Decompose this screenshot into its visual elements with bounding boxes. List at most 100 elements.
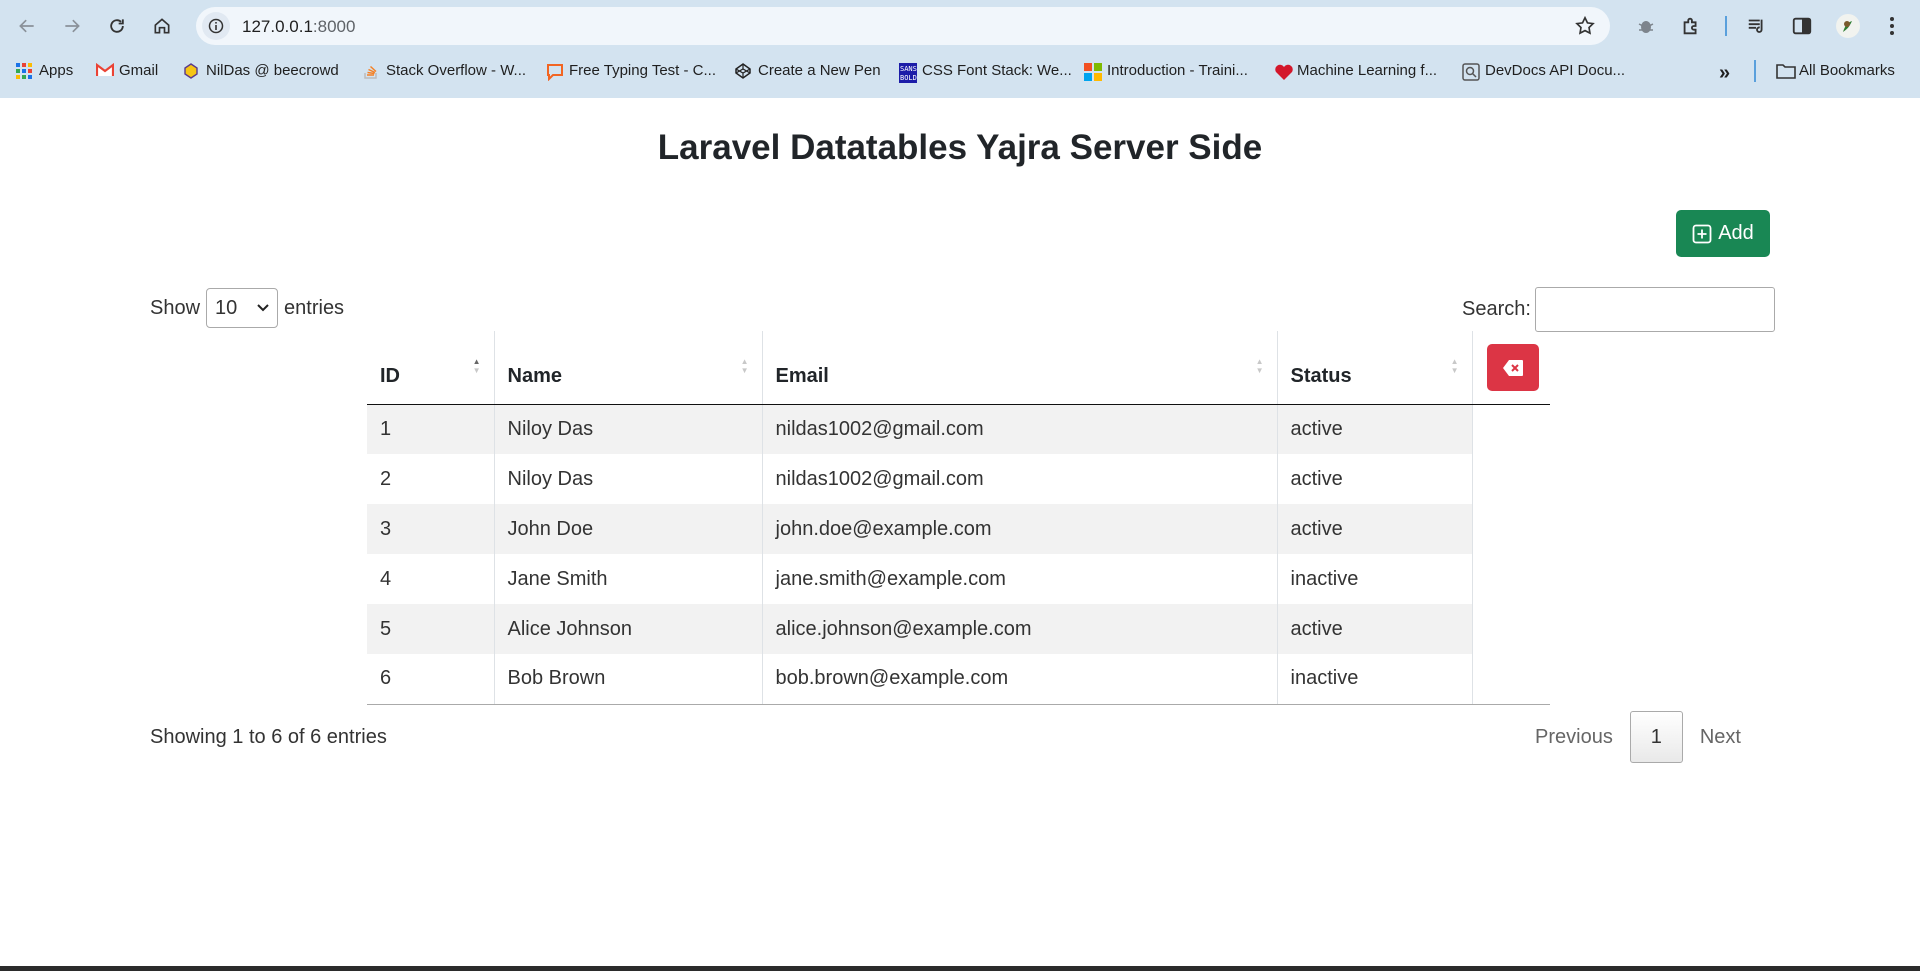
bookmark-label: Stack Overflow - W... [386, 62, 527, 79]
bookmark-devdocs[interactable]: DevDocs API Docu... [1462, 62, 1625, 81]
chevron-double-right-icon: » [1719, 62, 1731, 84]
data-table: ID ▲ ▼ Name ▲ ▼ Email ▲ ▼ Status ▲ ▼ 1 N… [367, 331, 1550, 705]
chat-bubble-icon [546, 63, 563, 81]
cell-status: inactive [1277, 554, 1473, 604]
bookmark-label: Introduction - Traini... [1107, 62, 1248, 79]
sort-both-icon: ▲ ▼ [740, 357, 749, 375]
column-header-name[interactable]: Name ▲ ▼ [494, 331, 763, 405]
cell-name: Niloy Das [494, 404, 763, 454]
cell-email: bob.brown@example.com [762, 654, 1278, 705]
cell-email: nildas1002@gmail.com [762, 404, 1278, 454]
bookmark-gmail[interactable]: Gmail [95, 62, 158, 79]
column-header-email[interactable]: Email ▲ ▼ [762, 331, 1278, 405]
bookmark-label: Free Typing Test - C... [569, 62, 717, 79]
cell-id: 5 [367, 604, 495, 654]
sort-both-icon: ▲ ▼ [1255, 357, 1264, 375]
table-row[interactable]: 4 Jane Smith jane.smith@example.com inac… [367, 554, 1550, 604]
bookmark-label: Create a New Pen [758, 62, 881, 79]
table-row[interactable]: 2 Niloy Das nildas1002@gmail.com active [367, 454, 1550, 504]
extensions-puzzle-icon[interactable] [1677, 12, 1705, 40]
site-info-icon[interactable] [202, 12, 230, 40]
bookmarks-bar: Apps Gmail NilDas @ beecrowd Stack Overf… [0, 58, 1920, 86]
bookmark-ms-training[interactable]: Introduction - Traini... [1084, 62, 1248, 81]
bookmark-typing-test[interactable]: Free Typing Test - C... [546, 62, 717, 81]
toolbar-divider [1725, 16, 1727, 36]
svg-text:SANS: SANS [900, 65, 917, 73]
table-row[interactable]: 6 Bob Brown bob.brown@example.com inacti… [367, 654, 1550, 705]
side-panel-icon[interactable] [1788, 12, 1816, 40]
next-page-button[interactable]: Next [1683, 711, 1758, 763]
chevron-down-icon [257, 304, 269, 312]
page-length-select[interactable]: 10 [206, 288, 279, 328]
search-input[interactable] [1534, 287, 1775, 332]
cssfontstack-icon: SANS BOLD [899, 62, 917, 83]
sort-both-icon: ▲ ▼ [1450, 357, 1459, 375]
cell-email: alice.johnson@example.com [762, 604, 1278, 654]
bookmark-apps[interactable]: Apps [16, 62, 73, 79]
delete-selected-button[interactable] [1487, 344, 1539, 391]
cell-id: 1 [367, 404, 495, 454]
table-info: Showing 1 to 6 of 6 entries [150, 726, 387, 748]
previous-page-button[interactable]: Previous [1518, 711, 1630, 763]
page-button-current[interactable]: 1 [1629, 711, 1683, 763]
bookmark-stackoverflow[interactable]: Stack Overflow - W... [363, 62, 526, 79]
page-length-control: Show 10 entries [150, 288, 344, 328]
svg-text:BOLD: BOLD [900, 74, 917, 82]
browser-chrome: 127.0.0.1:8000 Apps Gmail NilDas @ beecr… [0, 0, 1920, 98]
column-header-label: Status [1290, 364, 1352, 387]
sort-asc-icon: ▲ ▼ [472, 357, 481, 375]
pagination: Previous 1 Next [1518, 711, 1758, 763]
forward-button[interactable] [56, 10, 88, 42]
cell-actions [1472, 554, 1550, 604]
gmail-icon [95, 62, 115, 79]
page-length-value: 10 [215, 296, 238, 319]
bookmark-codepen[interactable]: Create a New Pen [735, 62, 881, 79]
home-button[interactable] [146, 10, 178, 42]
plus-square-icon [1692, 224, 1712, 243]
bookmark-ml[interactable]: Machine Learning f... [1274, 62, 1437, 80]
table-row[interactable]: 5 Alice Johnson alice.johnson@example.co… [367, 604, 1550, 654]
column-header-id[interactable]: ID ▲ ▼ [367, 331, 495, 405]
menu-kebab-icon[interactable] [1878, 12, 1906, 40]
window-bottom-edge [0, 966, 1920, 971]
column-header-label: Email [775, 364, 829, 387]
codepen-icon [735, 62, 751, 79]
cell-status: active [1277, 504, 1473, 554]
cell-id: 3 [367, 504, 495, 554]
all-bookmarks-button[interactable]: All Bookmarks [1776, 62, 1895, 79]
cell-id: 6 [367, 654, 495, 705]
heart-icon [1274, 63, 1293, 80]
cell-actions [1472, 654, 1550, 705]
search-control: Search: [1462, 287, 1775, 332]
more-bookmarks-button[interactable]: » [1719, 62, 1730, 85]
column-header-status[interactable]: Status ▲ ▼ [1277, 331, 1473, 405]
folder-icon [1776, 63, 1796, 79]
profile-avatar-icon[interactable] [1834, 12, 1862, 40]
bookmark-label: NilDas @ beecrowd [206, 62, 339, 79]
cell-status: inactive [1277, 654, 1473, 705]
back-button[interactable] [11, 10, 43, 42]
bookmark-beecrowd[interactable]: NilDas @ beecrowd [183, 62, 339, 79]
cell-name: Alice Johnson [494, 604, 763, 654]
apps-grid-icon [16, 62, 32, 79]
backspace-delete-icon [1503, 359, 1523, 376]
cell-email: jane.smith@example.com [762, 554, 1278, 604]
microsoft-icon [1084, 62, 1102, 81]
add-button[interactable]: Add [1676, 210, 1770, 257]
bookmark-star-icon[interactable] [1574, 15, 1596, 42]
stackoverflow-icon [363, 63, 379, 79]
bookmark-cssfontstack[interactable]: SANS BOLD CSS Font Stack: We... [899, 62, 1072, 83]
cell-id: 4 [367, 554, 495, 604]
address-bar[interactable]: 127.0.0.1:8000 [196, 7, 1610, 45]
column-header-label: Name [507, 364, 562, 387]
entries-label: entries [284, 296, 345, 319]
url-text: 127.0.0.1:8000 [242, 17, 356, 36]
bug-extension-icon[interactable] [1632, 12, 1660, 40]
table-row[interactable]: 3 John Doe john.doe@example.com active [367, 504, 1550, 554]
reload-button[interactable] [101, 10, 133, 42]
devdocs-icon [1462, 62, 1480, 81]
table-row[interactable]: 1 Niloy Das nildas1002@gmail.com active [367, 404, 1550, 454]
media-queue-icon[interactable] [1743, 12, 1771, 40]
cell-actions [1472, 404, 1550, 454]
cell-status: active [1277, 404, 1473, 454]
